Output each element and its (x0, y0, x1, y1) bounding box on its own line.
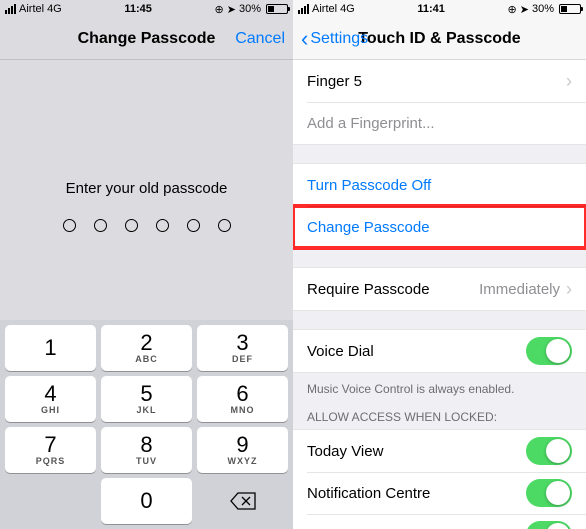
location-icon: ➤ (227, 3, 236, 16)
require-passcode-value: Immediately (479, 281, 560, 298)
phone-change-passcode: Airtel 4G 11:45 ⊕ ➤ 30% Change Passcode … (0, 0, 293, 529)
passcode-prompt: Enter your old passcode (0, 180, 293, 197)
key-9[interactable]: 9WXYZ (197, 427, 288, 473)
alarm-icon: ⊕ (215, 3, 224, 16)
phone-touchid-settings: Airtel 4G 11:41 ⊕ ➤ 30% ‹ Settings Touch… (293, 0, 586, 529)
battery-icon (266, 4, 288, 14)
status-bar: Airtel 4G 11:41 ⊕ ➤ 30% (293, 0, 586, 18)
today-view-row: Today View (293, 430, 586, 472)
chevron-left-icon: ‹ (301, 28, 308, 50)
key-2[interactable]: 2ABC (101, 325, 192, 371)
require-passcode-row[interactable]: Require Passcode Immediately › (293, 268, 586, 310)
network-label: 4G (47, 3, 62, 15)
battery-percent: 30% (239, 3, 261, 15)
network-label: 4G (340, 3, 355, 15)
control-centre-toggle[interactable] (526, 521, 572, 529)
today-view-toggle[interactable] (526, 437, 572, 465)
chevron-right-icon: › (566, 279, 572, 300)
voice-section: Voice Dial (293, 329, 586, 373)
voice-dial-label: Voice Dial (307, 343, 526, 360)
require-section: Require Passcode Immediately › (293, 267, 586, 311)
backspace-icon (230, 492, 256, 510)
back-label: Settings (310, 30, 368, 48)
settings-scroll[interactable]: Finger 5 › Add a Fingerprint... Turn Pas… (293, 60, 586, 529)
voice-dial-row: Voice Dial (293, 330, 586, 372)
voice-dial-toggle[interactable] (526, 337, 572, 365)
add-fingerprint-label: Add a Fingerprint... (307, 115, 572, 132)
passcode-dot (218, 219, 231, 232)
key-delete[interactable] (197, 478, 288, 524)
change-passcode-row[interactable]: Change Passcode (293, 206, 586, 248)
control-centre-row: Control Centre (293, 514, 586, 529)
cancel-button[interactable]: Cancel (235, 30, 285, 48)
signal-icon (298, 4, 309, 14)
numeric-keypad: 1 2ABC 3DEF 4GHI 5JKL 6MNO 7PQRS 8TUV 9W… (0, 320, 293, 529)
passcode-dot (156, 219, 169, 232)
passcode-dot (94, 219, 107, 232)
clock: 11:45 (124, 3, 152, 15)
battery-percent: 30% (532, 3, 554, 15)
passcode-section: Turn Passcode Off Change Passcode (293, 163, 586, 249)
change-passcode-label: Change Passcode (307, 219, 572, 236)
voice-footer: Music Voice Control is always enabled. (293, 377, 586, 396)
signal-icon (5, 4, 16, 14)
nav-bar: ‹ Settings Touch ID & Passcode (293, 18, 586, 60)
carrier-label: Airtel (312, 3, 337, 15)
passcode-dot (187, 219, 200, 232)
passcode-dot (125, 219, 138, 232)
fingerprints-section: Finger 5 › Add a Fingerprint... (293, 60, 586, 145)
notification-centre-label: Notification Centre (307, 485, 526, 502)
chevron-right-icon: › (566, 71, 572, 92)
key-4[interactable]: 4GHI (5, 376, 96, 422)
passcode-dot (63, 219, 76, 232)
fingerprint-row[interactable]: Finger 5 › (293, 60, 586, 102)
key-0[interactable]: 0 (101, 478, 192, 524)
nav-bar: Change Passcode Cancel (0, 18, 293, 60)
today-view-label: Today View (307, 443, 526, 460)
fingerprint-label: Finger 5 (307, 73, 566, 90)
key-8[interactable]: 8TUV (101, 427, 192, 473)
back-button[interactable]: ‹ Settings (301, 28, 368, 50)
key-6[interactable]: 6MNO (197, 376, 288, 422)
battery-icon (559, 4, 581, 14)
carrier-label: Airtel (19, 3, 44, 15)
passcode-dots (0, 219, 293, 232)
notification-centre-toggle[interactable] (526, 479, 572, 507)
notification-centre-row: Notification Centre (293, 472, 586, 514)
turn-passcode-off-label: Turn Passcode Off (307, 177, 572, 194)
clock: 11:41 (417, 3, 445, 15)
key-5[interactable]: 5JKL (101, 376, 192, 422)
lock-access-header: Allow Access When Locked: (293, 410, 586, 429)
alarm-icon: ⊕ (508, 3, 517, 16)
key-1[interactable]: 1 (5, 325, 96, 371)
location-icon: ➤ (520, 3, 529, 16)
lock-access-section: Today View Notification Centre Control C… (293, 429, 586, 529)
key-7[interactable]: 7PQRS (5, 427, 96, 473)
add-fingerprint-row[interactable]: Add a Fingerprint... (293, 102, 586, 144)
require-passcode-label: Require Passcode (307, 281, 479, 298)
key-blank (5, 478, 96, 524)
status-bar: Airtel 4G 11:45 ⊕ ➤ 30% (0, 0, 293, 18)
turn-passcode-off-row[interactable]: Turn Passcode Off (293, 164, 586, 206)
key-3[interactable]: 3DEF (197, 325, 288, 371)
